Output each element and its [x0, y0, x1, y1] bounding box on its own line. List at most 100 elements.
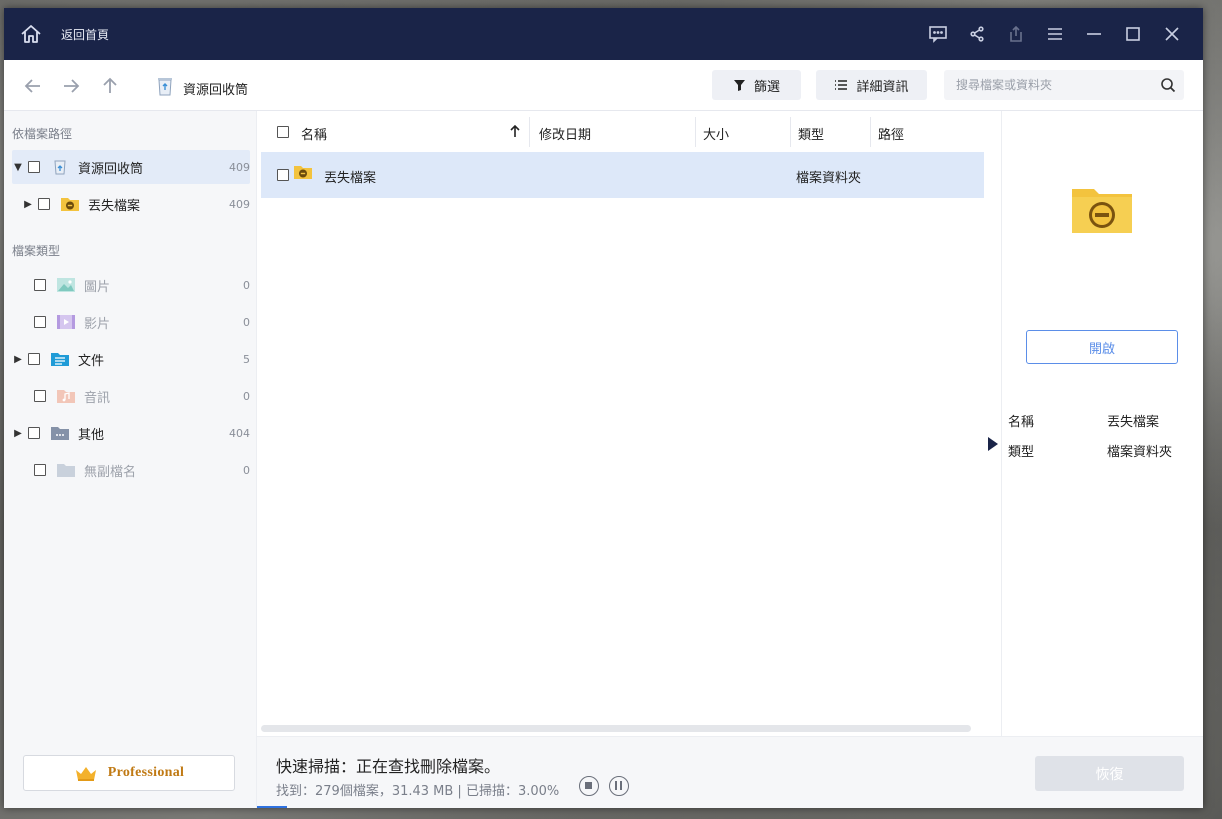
minimize-icon[interactable]: [1074, 22, 1113, 46]
sidebar-item-count: 0: [243, 389, 250, 403]
professional-button[interactable]: Professional: [23, 755, 235, 791]
sidebar-item-count: 5: [243, 352, 250, 366]
collapse-panel-icon[interactable]: [987, 436, 999, 452]
checkbox[interactable]: [34, 316, 46, 328]
toolbar: 資源回收筒 篩選 詳細資訊: [4, 60, 1203, 111]
video-icon: [57, 315, 75, 329]
sidebar-item-no-extension[interactable]: 無副檔名 0: [12, 453, 250, 487]
expand-triangle-icon[interactable]: ▶: [22, 199, 34, 210]
maximize-icon[interactable]: [1113, 22, 1152, 46]
sidebar-item-others[interactable]: ▶ 其他 404: [12, 416, 250, 450]
pause-icon[interactable]: [609, 776, 629, 796]
share-icon[interactable]: [957, 22, 996, 46]
sidebar-item-count: 0: [243, 315, 250, 329]
menu-icon[interactable]: [1035, 22, 1074, 46]
detail-key-type: 類型: [1008, 445, 1035, 460]
details-button[interactable]: 詳細資訊: [816, 70, 927, 100]
lost-folder-icon: [294, 166, 312, 179]
checkbox[interactable]: [34, 279, 46, 291]
no-extension-icon: [57, 464, 75, 477]
stop-icon[interactable]: [579, 776, 599, 796]
picture-icon: [57, 278, 75, 292]
sidebar-item-count: 409: [229, 160, 250, 174]
table-row[interactable]: 丟失檔案 檔案資料夾: [261, 152, 984, 198]
column-header: 名稱 修改日期 大小 類型 路徑: [257, 111, 997, 153]
up-arrow-icon[interactable]: [98, 74, 122, 98]
sidebar-item-label: 資源回收筒: [78, 161, 144, 177]
expand-triangle-icon[interactable]: ▶: [12, 354, 24, 365]
back-arrow-icon[interactable]: [21, 74, 45, 98]
app-window: 返回首頁 資源回收筒 篩選 詳細資訊 搜尋檔案或資料夾 依檔案路徑 ▼ 資源回收…: [4, 8, 1203, 808]
status-bar: 快速掃描：正在查找刪除檔案。 找到：279個檔案，31.43 MB | 已掃描：…: [257, 736, 1203, 808]
back-home-link[interactable]: 返回首頁: [61, 26, 109, 43]
recycle-bin-icon: [156, 76, 174, 96]
list-icon: [835, 80, 848, 90]
sidebar-item-label: 音訊: [84, 390, 111, 406]
filter-icon: [733, 79, 745, 91]
sidebar-item-label: 影片: [84, 316, 111, 332]
current-path[interactable]: 資源回收筒: [183, 79, 248, 98]
sidebar-item-documents[interactable]: ▶ 文件 5: [12, 342, 250, 376]
checkbox[interactable]: [28, 427, 40, 439]
expand-triangle-icon[interactable]: ▼: [12, 162, 24, 173]
scan-status-title: 快速掃描：正在查找刪除檔案。: [276, 757, 501, 776]
audio-icon: [57, 390, 75, 403]
open-button[interactable]: 開啟: [1026, 330, 1178, 364]
sidebar-item-pictures[interactable]: 圖片 0: [12, 268, 250, 302]
export-icon[interactable]: [996, 22, 1035, 46]
horizontal-scrollbar[interactable]: [261, 725, 971, 732]
sidebar-item-count: 404: [229, 426, 250, 440]
search-box: [944, 70, 1184, 100]
sidebar-item-recycle-bin[interactable]: ▼ 資源回收筒 409: [12, 150, 250, 184]
sidebar-item-lost-files[interactable]: ▶ 丟失檔案 409: [12, 187, 250, 221]
checkbox[interactable]: [34, 464, 46, 476]
sidebar: 依檔案路徑 ▼ 資源回收筒 409 ▶ 丟失檔案 409 檔案類型 圖片 0 影…: [4, 111, 257, 808]
details-label: 詳細資訊: [856, 79, 909, 95]
column-modified-date[interactable]: 修改日期: [539, 124, 591, 143]
feedback-icon[interactable]: [918, 22, 957, 46]
cell-type: 檔案資料夾: [796, 171, 862, 186]
detail-key-name: 名稱: [1008, 415, 1035, 430]
detail-panel: 開啟 名稱 丟失檔案 類型 檔案資料夾: [1001, 111, 1203, 736]
checkbox[interactable]: [28, 161, 40, 173]
title-bar: 返回首頁: [4, 8, 1203, 60]
sidebar-item-count: 409: [229, 197, 250, 211]
document-icon: [51, 353, 69, 366]
column-size[interactable]: 大小: [703, 124, 729, 143]
checkbox[interactable]: [34, 390, 46, 402]
close-icon[interactable]: [1152, 22, 1191, 46]
home-icon[interactable]: [18, 22, 44, 46]
sort-ascending-icon[interactable]: [509, 124, 521, 138]
detail-value-type: 檔案資料夾: [1107, 445, 1173, 460]
column-type[interactable]: 類型: [798, 124, 824, 143]
column-path[interactable]: 路徑: [878, 124, 904, 143]
row-checkbox[interactable]: [277, 169, 289, 181]
other-files-icon: [51, 427, 69, 440]
sidebar-item-count: 0: [243, 278, 250, 292]
checkbox[interactable]: [38, 198, 50, 210]
cell-name: 丟失檔案: [324, 171, 377, 186]
select-all-checkbox[interactable]: [277, 126, 289, 138]
checkbox[interactable]: [28, 353, 40, 365]
sidebar-item-count: 0: [243, 463, 250, 477]
column-name[interactable]: 名稱: [301, 124, 327, 143]
forward-arrow-icon[interactable]: [59, 74, 83, 98]
search-icon[interactable]: [1160, 77, 1176, 93]
detail-value-name: 丟失檔案: [1107, 415, 1160, 430]
sidebar-item-label: 無副檔名: [84, 464, 137, 480]
crown-icon: [75, 767, 96, 781]
professional-label: Professional: [107, 765, 185, 780]
sidebar-item-videos[interactable]: 影片 0: [12, 305, 250, 339]
sidebar-item-label: 文件: [78, 353, 105, 369]
scan-summary: 找到：279個檔案，31.43 MB | 已掃描：3.00%: [276, 784, 560, 799]
sidebar-item-label: 圖片: [84, 279, 111, 295]
window-controls: [918, 22, 1191, 46]
sidebar-item-audio[interactable]: 音訊 0: [12, 379, 250, 413]
filter-button[interactable]: 篩選: [712, 70, 801, 100]
search-input[interactable]: [956, 70, 1156, 100]
recover-button[interactable]: 恢復: [1035, 756, 1184, 791]
lost-folder-preview-icon: [1072, 189, 1132, 233]
expand-triangle-icon[interactable]: ▶: [12, 428, 24, 439]
scan-progress-bar: [257, 806, 287, 808]
lost-folder-icon: [61, 198, 79, 211]
